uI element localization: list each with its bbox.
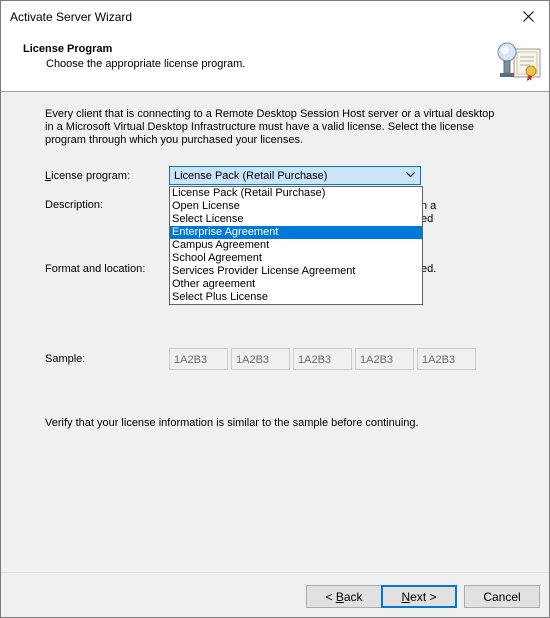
page-title: License Program [23,43,113,55]
next-button-label: Next > [401,589,437,604]
dropdown-option-highlighted[interactable]: Enterprise Agreement [170,226,422,239]
cancel-button[interactable]: Cancel [464,585,540,608]
sample-box: 1A2B3 [293,348,352,370]
dropdown-option[interactable]: Open License [170,200,422,213]
description-text-fragment: n a [421,200,437,212]
sample-box: 1A2B3 [231,348,290,370]
dropdown-option[interactable]: Select Plus License [170,291,422,304]
sample-box: 1A2B3 [417,348,476,370]
chevron-down-icon [406,172,415,178]
window-title: Activate Server Wizard [10,10,133,24]
dropdown-option[interactable]: School Agreement [170,252,422,265]
dropdown-option[interactable]: Other agreement [170,278,422,291]
wizard-window: Activate Server Wizard License Program C… [0,0,550,618]
dropdown-option[interactable]: Select License [170,213,422,226]
close-button[interactable] [513,3,543,29]
sample-label: Sample: [45,353,86,365]
back-button-label: < Back [325,589,363,604]
back-button[interactable]: < Back [306,585,382,608]
license-program-value: License Pack (Retail Purchase) [174,170,328,182]
next-button[interactable]: Next > [381,585,457,608]
footer-divider [1,572,549,573]
close-icon [522,10,534,22]
intro-text: Every client that is connecting to a Rem… [45,108,495,146]
license-program-combobox[interactable]: License Pack (Retail Purchase) [169,166,421,185]
dropdown-option[interactable]: License Pack (Retail Purchase) [170,187,422,200]
wizard-header: License Program Choose the appropriate l… [1,31,549,92]
dropdown-option[interactable]: Services Provider License Agreement [170,265,422,278]
sample-box: 1A2B3 [169,348,228,370]
license-program-dropdown-list: License Pack (Retail Purchase) Open Lice… [169,186,423,305]
verify-note: Verify that your license information is … [45,417,419,429]
dropdown-option[interactable]: Campus Agreement [170,239,422,252]
page-subtitle: Choose the appropriate license program. [46,58,246,70]
sample-box: 1A2B3 [355,348,414,370]
certificate-server-icon [497,42,541,81]
description-label: Description: [45,199,104,211]
license-program-label: License program: [45,170,130,182]
title-bar: Activate Server Wizard [1,1,549,31]
format-text-fragment: ed. [421,263,437,275]
format-location-label: Format and location: [45,263,146,275]
